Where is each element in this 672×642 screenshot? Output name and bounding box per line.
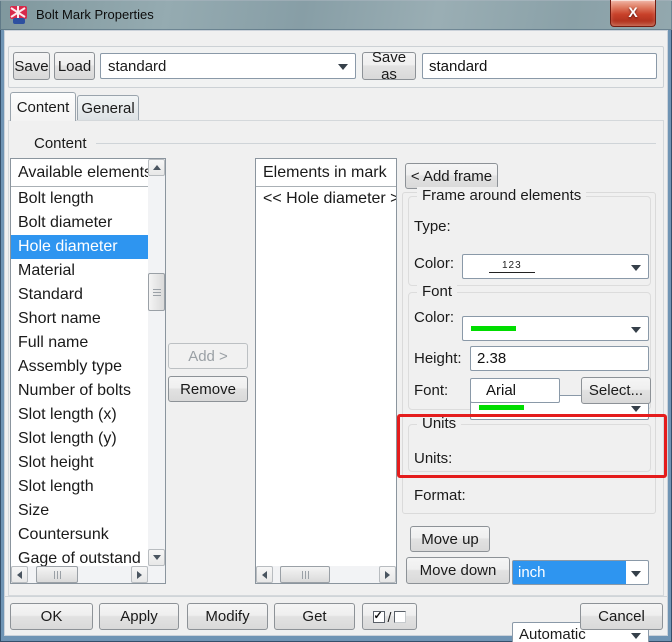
content-separator	[96, 143, 656, 144]
preset-combo[interactable]: standard	[100, 53, 356, 79]
vscroll-thumb[interactable]	[148, 273, 165, 311]
font-name-label: Font:	[414, 382, 448, 399]
available-elements-list: Available elements Bolt lengthBolt diame…	[10, 158, 166, 584]
apply-button[interactable]: Apply	[99, 603, 179, 630]
move-up-button[interactable]: Move up	[410, 526, 490, 552]
scroll-left-button[interactable]	[11, 566, 28, 583]
frame-color-label: Color:	[414, 255, 454, 272]
format-combo-value: Automatic	[513, 626, 586, 642]
cancel-button[interactable]: Cancel	[580, 603, 663, 630]
checked-box-icon: ✓	[373, 611, 385, 623]
list-item[interactable]: Hole diameter	[11, 235, 148, 259]
list-item[interactable]: Slot length (y)	[11, 427, 148, 451]
chevron-down-icon	[631, 633, 641, 639]
frame-type-label: Type:	[414, 218, 451, 235]
list-item[interactable]: Number of bolts	[11, 379, 148, 403]
mark-list-body: << Hole diameter >>	[256, 187, 396, 211]
load-button[interactable]: Load	[54, 52, 95, 80]
ok-button[interactable]: OK	[10, 603, 93, 630]
preset-combo-value: standard	[101, 58, 166, 75]
modify-button[interactable]: Modify	[187, 603, 268, 630]
list-item[interactable]: Assembly type	[11, 355, 148, 379]
get-button[interactable]: Get	[274, 603, 355, 630]
font-select-button[interactable]: Select...	[581, 377, 651, 404]
scroll-up-button[interactable]	[148, 159, 165, 176]
hscroll-thumb[interactable]	[280, 566, 330, 583]
list-item[interactable]: Standard	[11, 283, 148, 307]
list-item[interactable]: Size	[11, 499, 148, 523]
move-down-button[interactable]: Move down	[406, 557, 510, 584]
list-item[interactable]: Gage of outstand	[11, 547, 148, 566]
list-item[interactable]: Short name	[11, 307, 148, 331]
window-title: Bolt Mark Properties	[36, 0, 154, 30]
font-color-label: Color:	[414, 309, 454, 326]
tab-general[interactable]: General	[77, 95, 139, 120]
unchecked-box-icon	[394, 611, 406, 623]
toggle-all-fields-button[interactable]: ✓ /	[362, 603, 417, 630]
chevron-down-icon	[631, 406, 641, 412]
font-name-field[interactable]: Arial	[470, 378, 560, 403]
color-swatch-green	[479, 405, 524, 410]
scrollbar-corner	[148, 566, 165, 583]
list-item[interactable]: Slot height	[11, 451, 148, 475]
list-item[interactable]: Bolt diameter	[11, 211, 148, 235]
app-icon	[9, 5, 29, 25]
mark-hscrollbar[interactable]	[256, 566, 396, 583]
list-item[interactable]: Bolt length	[11, 187, 148, 211]
elements-in-mark-list: Elements in mark << Hole diameter >>	[255, 158, 397, 584]
chevron-down-icon	[631, 265, 641, 271]
units-label: Units:	[414, 450, 452, 467]
scroll-right-button[interactable]	[131, 566, 148, 583]
available-list-body: Bolt lengthBolt diameterHole diameterMat…	[11, 187, 148, 566]
chevron-down-icon	[338, 64, 348, 70]
mark-list-header: Elements in mark	[256, 159, 396, 187]
tab-content[interactable]: Content	[10, 92, 76, 121]
list-item[interactable]: << Hole diameter >>	[256, 187, 396, 211]
list-item[interactable]: Material	[11, 259, 148, 283]
scroll-left-button[interactable]	[256, 566, 273, 583]
available-hscrollbar[interactable]	[11, 566, 148, 583]
available-vscrollbar[interactable]	[148, 159, 165, 566]
bolt-mark-properties-window: Bolt Mark Properties X Save Load standar…	[0, 0, 672, 642]
units-combo-value: inch	[513, 561, 626, 584]
content-checkbox-label: Content	[34, 135, 87, 152]
footer-separator	[4, 596, 668, 597]
remove-button[interactable]: Remove	[168, 376, 248, 402]
frame-type-preview: 123	[489, 260, 535, 273]
save-as-input[interactable]	[422, 53, 657, 79]
scroll-down-button[interactable]	[148, 549, 165, 566]
frame-type-combo[interactable]: 123	[462, 254, 649, 279]
title-bar[interactable]: Bolt Mark Properties X	[0, 0, 672, 30]
font-height-input[interactable]	[470, 346, 649, 371]
units-group-legend: Units	[417, 415, 461, 432]
list-item[interactable]: Full name	[11, 331, 148, 355]
font-group-legend: Font	[417, 283, 457, 300]
close-button[interactable]: X	[610, 0, 656, 27]
format-label: Format:	[414, 487, 466, 504]
list-item[interactable]: Countersunk	[11, 523, 148, 547]
hscroll-thumb[interactable]	[36, 566, 78, 583]
frame-group-legend: Frame around elements	[417, 187, 586, 204]
font-height-label: Height:	[414, 350, 462, 367]
chevron-down-icon	[631, 571, 641, 577]
units-combo[interactable]: inch	[512, 560, 649, 585]
list-item[interactable]: Slot length (x)	[11, 403, 148, 427]
list-item[interactable]: Slot length	[11, 475, 148, 499]
save-as-button[interactable]: Save as	[362, 52, 416, 80]
add-frame-button[interactable]: < Add frame	[405, 163, 498, 189]
scroll-right-button[interactable]	[379, 566, 396, 583]
save-button[interactable]: Save	[13, 52, 50, 80]
available-list-header: Available elements	[11, 159, 148, 187]
add-button[interactable]: Add >	[168, 343, 248, 369]
